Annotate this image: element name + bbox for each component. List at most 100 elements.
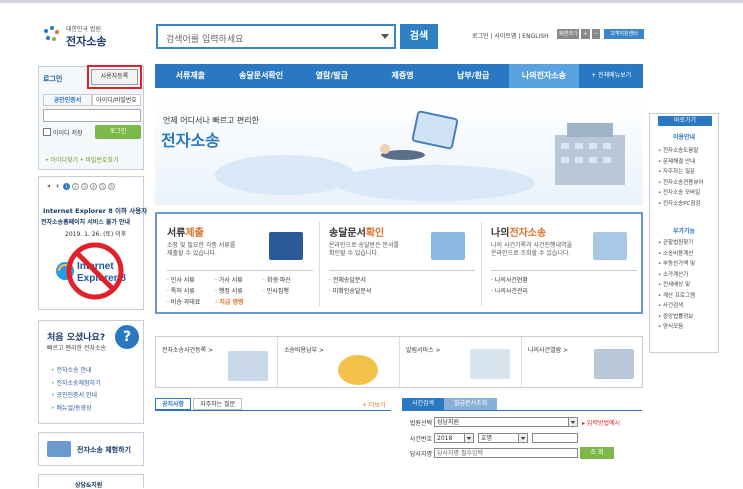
list-item[interactable]: 전자소송 모바일 bbox=[658, 188, 703, 199]
pager-prev-icon[interactable]: ◀ bbox=[45, 183, 52, 190]
list-item[interactable]: 매뉴얼/동영상 bbox=[51, 403, 101, 416]
pager-dot[interactable]: 1 bbox=[63, 183, 70, 190]
search-button[interactable]: 검색 bbox=[400, 24, 438, 49]
nav-item-payment[interactable]: 납부/환급 bbox=[438, 64, 509, 88]
list-item[interactable]: 공인인증서 안내 bbox=[51, 390, 101, 403]
list-item[interactable]: 계산 프로그램 bbox=[658, 291, 695, 302]
list-item[interactable]: 부동산가액 및 bbox=[658, 259, 695, 270]
main-nav: 서류제출 송달문서확인 열람/발급 제증명 납부/환급 나의전자소송 + 전체메… bbox=[155, 64, 643, 88]
list-item[interactable]: 전세배상 및 bbox=[658, 280, 695, 291]
service-link[interactable]: · 민사 서류 bbox=[167, 275, 215, 286]
top-border bbox=[0, 0, 743, 3]
first-visit-title: 처음 오셨나요? bbox=[47, 333, 106, 343]
service-link[interactable]: · 민사집행 bbox=[263, 286, 311, 297]
experience-banner[interactable]: 전자소송 체험하기 bbox=[38, 432, 144, 466]
case-search-button[interactable]: 조 회 bbox=[580, 447, 614, 459]
ie-notice-banner[interactable]: ◀ ▮ 1 2 3 4 5 6 Internet Explorer 8 이하 사… bbox=[38, 176, 148, 310]
pager-dot[interactable]: 2 bbox=[72, 183, 79, 190]
list-item[interactable]: 전자소송PC점검 bbox=[658, 199, 703, 210]
service-link[interactable]: · 행정 서류 bbox=[215, 286, 263, 297]
ie-notice-line2: 전자소송홈페이지 서비스 불가 안내 bbox=[41, 219, 131, 226]
find-links[interactable]: • 아이디찾기 • 비밀번호찾기 bbox=[45, 155, 119, 164]
pager-dot[interactable]: 3 bbox=[81, 183, 88, 190]
service-link[interactable]: · 가사 서류 bbox=[215, 275, 263, 286]
extra-features-links: 관할법원찾기 소송비용계산 부동산가액 및 소가계산기 전세배상 및 계산 프로… bbox=[658, 238, 695, 333]
service-link[interactable]: · 회생·파산 bbox=[263, 275, 311, 286]
list-item[interactable]: 소가계산기 bbox=[658, 270, 695, 281]
font-size-controls[interactable]: 화면크기 + − bbox=[557, 29, 601, 39]
nav-item-submit[interactable]: 서류제출 bbox=[155, 64, 226, 88]
nav-item-view[interactable]: 열람/발급 bbox=[296, 64, 367, 88]
tab-cert[interactable]: 공인인증서 bbox=[43, 94, 92, 106]
top-links[interactable]: 로그인 | 사이트맵 | ENGLISH bbox=[472, 31, 549, 40]
site-logo[interactable]: 대한민국 법원 전자소송 bbox=[40, 22, 130, 52]
list-item[interactable]: 관할법원찾기 bbox=[658, 238, 695, 249]
service-submit[interactable]: 서류제출 소장 및 필요한 각종 서류를 제출할 수 있습니다. · 민사 서류 ·… bbox=[157, 214, 318, 312]
quick-item-case-view[interactable]: 나의사건열람 > bbox=[522, 337, 644, 387]
year-select[interactable]: 2018 bbox=[434, 433, 474, 443]
service-title-highlight: 전자소송 bbox=[509, 228, 547, 239]
service-title-part: 서류 bbox=[167, 228, 186, 239]
ie-notice-line1: Internet Explorer 8 이하 사용자 bbox=[43, 207, 148, 215]
court-select[interactable]: 성남지원 bbox=[434, 417, 578, 427]
tab-issued-docs[interactable]: 발급문서조회 bbox=[444, 398, 498, 410]
service-title: 서류제출 bbox=[167, 224, 204, 239]
list-item[interactable]: 자주하는 질문 bbox=[658, 167, 703, 178]
list-item[interactable]: 소송비용계산 bbox=[658, 249, 695, 260]
notice-more-link[interactable]: + 더보기 bbox=[362, 400, 386, 409]
pager-dot[interactable]: 4 bbox=[90, 183, 97, 190]
service-delivery[interactable]: 송달문서확인 온라인으로 송달받은 문서를 확인할 수 있습니다. · 전체송달문… bbox=[319, 214, 480, 312]
tab-id-password[interactable]: 아이디/비밀번호 bbox=[92, 94, 141, 106]
nav-item-certificate[interactable]: 제증명 bbox=[367, 64, 438, 88]
font-plus-button[interactable]: + bbox=[581, 29, 590, 39]
list-item[interactable]: 사건검색 bbox=[658, 301, 695, 312]
hero-subtitle: 언제 어디서나 빠르고 편리한 bbox=[163, 116, 259, 125]
service-link[interactable]: · 나의사건현황 bbox=[491, 275, 637, 286]
case-number-input[interactable] bbox=[532, 433, 578, 443]
service-link[interactable]: · 특허 서류 bbox=[167, 286, 215, 297]
nav-all-menu[interactable]: + 전체메뉴보기 bbox=[579, 64, 643, 88]
desc-line: 제출할 수 있습니다. bbox=[167, 250, 217, 257]
login-box: 로그인 사용자등록 공인인증서 아이디/비밀번호 아이디 저장 로그인 • 아이… bbox=[38, 65, 144, 170]
service-link[interactable]: · 나의사건관리 bbox=[491, 286, 637, 297]
tab-notice[interactable]: 공지사항 bbox=[155, 398, 192, 410]
list-item[interactable]: 전자소송 안내 bbox=[51, 365, 101, 378]
pager-pause-icon[interactable]: ▮ bbox=[54, 183, 61, 190]
quick-item-register[interactable]: 전자소송사건등록 > bbox=[156, 337, 278, 387]
service-link[interactable]: · 미확인송달문서 bbox=[329, 286, 475, 297]
service-link[interactable]: · 전체송달문서 bbox=[329, 275, 475, 286]
search-box[interactable]: 검색어를 입력하세요 bbox=[156, 24, 396, 49]
nav-item-delivery[interactable]: 송달문서확인 bbox=[226, 64, 297, 88]
service-title-part: 나의 bbox=[491, 228, 510, 239]
court-select-value: 성남지원 bbox=[437, 419, 460, 426]
list-item[interactable]: 전자소송도움말 bbox=[658, 146, 703, 157]
cloud-shape bbox=[215, 155, 355, 195]
highlight-box bbox=[87, 65, 142, 89]
quick-item-alert[interactable]: 알림서비스 > bbox=[400, 337, 522, 387]
service-link[interactable]: · 비송·과태료 bbox=[167, 297, 215, 308]
pager-dot[interactable]: 5 bbox=[99, 183, 106, 190]
id-input[interactable] bbox=[43, 109, 141, 122]
pager-dot[interactable]: 6 bbox=[108, 183, 115, 190]
list-item[interactable]: 양식모음 bbox=[658, 322, 695, 333]
service-my-case[interactable]: 나의전자소송 나의 사건기록과 사건진행내역을 온라인으로 조회할 수 있습니다.… bbox=[481, 214, 642, 312]
customer-center-button[interactable]: 고객지원센터 bbox=[604, 29, 644, 39]
tab-case-search[interactable]: 사건검색 bbox=[402, 398, 445, 410]
service-link[interactable]: · 지급 명령 bbox=[215, 297, 263, 308]
list-item[interactable]: 중앙법률정보 bbox=[658, 312, 695, 323]
search-input[interactable]: 검색어를 입력하세요 bbox=[166, 32, 243, 45]
nav-item-my-case[interactable]: 나의전자소송 bbox=[508, 64, 580, 88]
list-item[interactable]: 전자소송체험하기 bbox=[51, 378, 100, 391]
list-item[interactable]: 전자소송전용뷰어 bbox=[658, 178, 703, 189]
tab-faq[interactable]: 자주하는 질문 bbox=[193, 398, 243, 410]
quick-item-fee[interactable]: 소송비용납부 > bbox=[278, 337, 400, 387]
search-dropdown-icon[interactable] bbox=[381, 34, 389, 39]
party-name-input[interactable]: 당사자명 필수입력 bbox=[434, 448, 578, 458]
input-example-link[interactable]: ▸ 입력방법예시 bbox=[582, 418, 620, 427]
login-button[interactable]: 로그인 bbox=[95, 125, 141, 139]
chevron-down-icon bbox=[518, 434, 527, 442]
case-type-select[interactable]: 호명 bbox=[478, 433, 528, 443]
list-item[interactable]: 문제해결 안내 bbox=[658, 157, 703, 168]
save-id-checkbox[interactable] bbox=[43, 128, 51, 136]
font-minus-button[interactable]: − bbox=[591, 29, 600, 39]
